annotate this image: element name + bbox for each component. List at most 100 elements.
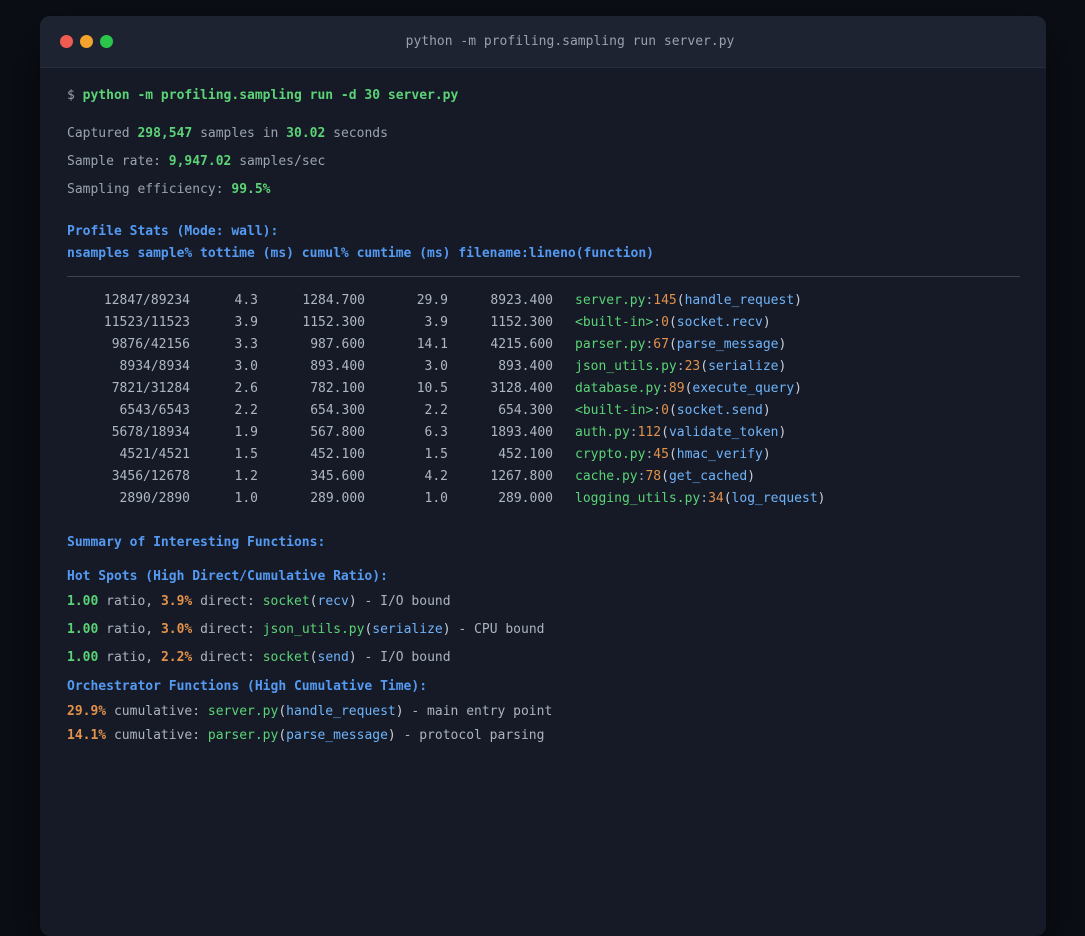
target-name: socket (262, 650, 310, 665)
tottime-value: 289.000 (310, 491, 365, 506)
nsamples-value: 5678/18934 (111, 425, 190, 440)
efficiency-line: Sampling efficiency: 99.5% (67, 182, 1020, 198)
cumul-pct-value: 1.0 (424, 491, 448, 506)
sample-rate-suffix: samples/sec (231, 154, 326, 169)
function-reference: <built-in>:0(socket.recv) (575, 315, 771, 330)
tottime-value: 987.600 (310, 337, 365, 352)
ratio-value: 1.00 (67, 650, 99, 665)
tottime-value: 654.300 (310, 403, 365, 418)
filename: json_utils.py (575, 359, 677, 374)
nsamples-value: 11523/11523 (103, 315, 190, 330)
function-name: socket.recv (676, 315, 763, 330)
close-paren: ) (817, 491, 826, 506)
colon-separator: : (700, 491, 709, 506)
sample-pct-value: 1.5 (234, 447, 258, 462)
function-reference: crypto.py:45(hmac_verify) (575, 447, 771, 462)
nsamples-value: 6543/6543 (119, 403, 190, 418)
close-paren: ) (778, 337, 787, 352)
direct-pct: 3.9% (160, 594, 193, 609)
tottime-value: 1152.300 (302, 315, 365, 330)
stats-row: 7821/31284 2.6 782.100 10.5 3128.400 database… (67, 378, 1020, 400)
sample-pct-value: 1.2 (234, 469, 258, 484)
close-paren: ) (747, 469, 756, 484)
tottime-value: 567.800 (310, 425, 365, 440)
stats-row: 9876/42156 3.3 987.600 14.1 4215.600 parser.p… (67, 334, 1020, 356)
open-paren: ( (668, 315, 677, 330)
zoom-button-icon[interactable] (100, 35, 113, 48)
cumulative-pct: 29.9% (67, 704, 107, 719)
hot-spot-line: 1.00 ratio, 3.0% direct: json_utils.py(s… (67, 622, 1020, 638)
stats-rows: 12847/89234 4.3 1284.700 29.9 8923.400 server… (67, 290, 1020, 510)
ratio-value: 1.00 (67, 622, 99, 637)
filename: cache.py (575, 469, 638, 484)
direct-pct: 3.0% (160, 622, 193, 637)
cumulative-label: cumulative: (106, 704, 208, 719)
tottime-value: 452.100 (310, 447, 365, 462)
filename: <built-in> (575, 315, 654, 330)
cumtime-value: 893.400 (498, 359, 553, 374)
function-name: send (317, 650, 349, 665)
window-titlebar[interactable]: python -m profiling.sampling run server.… (40, 16, 1046, 68)
open-paren: ( (661, 469, 669, 484)
cumtime-value: 452.100 (498, 447, 553, 462)
shell-command: python -m profiling.sampling run -d 30 s… (82, 88, 459, 103)
open-paren: ( (676, 293, 685, 308)
close-paren: ) (762, 447, 771, 462)
function-reference: cache.py:78(get_cached) (575, 469, 755, 484)
function-name: parse_message (286, 728, 388, 743)
hot-spot-line: 1.00 ratio, 3.9% direct: socket(recv) - … (67, 594, 1020, 610)
hot-spots-title: Hot Spots (High Direct/Cumulative Ratio)… (67, 569, 388, 584)
stats-row: 6543/6543 2.2 654.300 2.2 654.300 <built-in>:… (67, 400, 1020, 422)
sample-pct-value: 2.6 (234, 381, 258, 396)
orchestrator-line: 14.1% cumulative: parser.py(parse_messag… (67, 728, 1020, 744)
window-title: python -m profiling.sampling run server.… (405, 34, 735, 49)
colon-separator: : (653, 315, 662, 330)
shell-prompt: $ (67, 88, 83, 103)
cumul-pct-value: 2.2 (424, 403, 448, 418)
nsamples-value: 9876/42156 (111, 337, 190, 352)
function-name: serialize (708, 359, 779, 374)
samples-count: 298,547 (137, 126, 193, 141)
close-paren: ) (387, 728, 396, 743)
captured-suffix: seconds (325, 126, 388, 141)
close-paren: ) (762, 315, 771, 330)
function-reference: server.py:145(handle_request) (575, 293, 802, 308)
line-number: 89 (668, 381, 685, 396)
cumul-pct-value: 10.5 (416, 381, 448, 396)
open-paren: ( (668, 403, 677, 418)
close-paren: ) (794, 381, 802, 396)
function-name: hmac_verify (676, 447, 763, 462)
direct-pct: 2.2% (160, 650, 193, 665)
close-paren: ) (762, 403, 771, 418)
filename: server.py (207, 704, 279, 719)
ratio-label: ratio, (98, 622, 161, 637)
close-paren: ) (395, 704, 404, 719)
cumtime-value: 654.300 (498, 403, 553, 418)
efficiency-value: 99.5% (231, 182, 271, 197)
nsamples-value: 3456/12678 (111, 469, 190, 484)
function-name: parse_message (676, 337, 779, 352)
target-name: json_utils.py (262, 622, 365, 637)
sample-pct-value: 2.2 (234, 403, 258, 418)
cumul-pct-value: 14.1 (416, 337, 448, 352)
colon-separator: : (676, 359, 685, 374)
shell-command-line: $ python -m profiling.sampling run -d 30… (67, 88, 1020, 104)
function-name: validate_token (668, 425, 779, 440)
tottime-value: 782.100 (310, 381, 365, 396)
function-name: socket.send (676, 403, 763, 418)
line-number: 78 (645, 469, 662, 484)
minimize-button-icon[interactable] (80, 35, 93, 48)
nsamples-value: 2890/2890 (119, 491, 190, 506)
function-reference: json_utils.py:23(serialize) (575, 359, 786, 374)
stats-row: 5678/18934 1.9 567.800 6.3 1893.400 auth.py:1… (67, 422, 1020, 444)
function-name: handle_request (286, 704, 396, 719)
stats-row: 2890/2890 1.0 289.000 1.0 289.000 logging_uti… (67, 488, 1020, 510)
target-name: socket (262, 594, 310, 609)
captured-label: Captured (67, 126, 138, 141)
cumul-pct-value: 4.2 (424, 469, 448, 484)
captured-line: Captured 298,547 samples in 30.02 second… (67, 126, 1020, 142)
close-button-icon[interactable] (60, 35, 73, 48)
function-reference: logging_utils.py:34(log_request) (575, 491, 825, 506)
close-paren: ) (794, 293, 802, 308)
function-reference: <built-in>:0(socket.send) (575, 403, 771, 418)
